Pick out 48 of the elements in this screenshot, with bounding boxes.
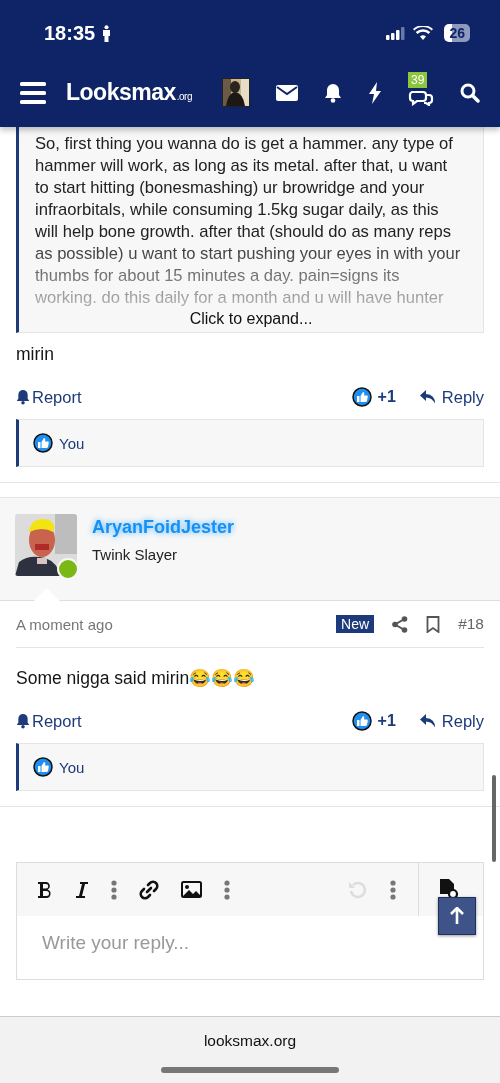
more-icon[interactable] <box>224 879 230 900</box>
quote-text: So, first thing you wanna do is get a hammer. any type of hammer will work, as long as its metal. after that, u want to start hitting (bonesmashing) ur browridge and your infraorbitals, while consuming 1.5kg sugar daily, as this will help bone growth. after that (should do as many reps as possible) u want to start pushing your eyes in with your thumbs for about 15 minutes a day. pain=signs its working. do this daily for a month and u will have hunter <box>34 133 462 309</box>
expand-link[interactable]: Click to expand... <box>189 310 313 328</box>
reply-icon <box>419 714 436 728</box>
scroll-top-button[interactable] <box>438 897 476 935</box>
share-icon[interactable] <box>392 615 409 633</box>
report-link[interactable]: Report <box>16 711 82 731</box>
search-icon[interactable] <box>460 82 480 103</box>
up-arrow-icon <box>449 907 465 925</box>
image-icon[interactable] <box>181 881 202 898</box>
bold-icon[interactable] <box>37 880 53 899</box>
mail-icon[interactable] <box>276 84 298 101</box>
site-logo[interactable]: Looksmax.org <box>66 79 192 106</box>
like-icon <box>33 757 53 777</box>
address-bar[interactable]: looksmax.org <box>203 1032 297 1050</box>
status-time: 18:35 <box>44 21 96 45</box>
post-time[interactable]: A moment ago <box>16 615 113 633</box>
reaction-count[interactable]: +1 <box>377 712 396 730</box>
lightning-icon[interactable] <box>368 81 382 104</box>
reply-icon <box>419 390 436 404</box>
reply-input[interactable]: Write your reply... <box>16 916 484 980</box>
bookmark-icon[interactable] <box>426 615 441 633</box>
like-icon[interactable] <box>351 711 372 731</box>
reply-link[interactable]: Reply <box>419 387 484 407</box>
like-icon[interactable] <box>351 387 372 407</box>
new-label: New <box>336 615 375 633</box>
signal-icon <box>386 26 407 40</box>
italic-icon[interactable] <box>75 880 89 899</box>
link-icon[interactable] <box>139 879 159 900</box>
reaction-count[interactable]: +1 <box>377 388 396 406</box>
notification-badge: 39 <box>408 71 428 88</box>
reaction-user-link[interactable]: You <box>59 434 85 452</box>
more-icon[interactable] <box>390 879 396 900</box>
user-title: Twink Slayer <box>92 546 179 563</box>
wifi-icon <box>413 26 434 40</box>
reply-link[interactable]: Reply <box>419 711 484 731</box>
bell-icon <box>16 389 30 405</box>
like-icon <box>33 433 53 453</box>
report-link[interactable]: Report <box>16 387 82 407</box>
menu-icon[interactable] <box>20 81 46 104</box>
bell-icon <box>16 713 30 729</box>
more-icon[interactable] <box>111 879 117 900</box>
message-text: Some nigga said mirin😂😂😂 <box>15 667 257 690</box>
post-number[interactable]: #18 <box>458 615 484 633</box>
bell-icon[interactable] <box>324 82 342 103</box>
person-icon <box>102 24 112 42</box>
reaction-user-link[interactable]: You <box>59 758 85 776</box>
message-text: mirin <box>15 343 55 366</box>
